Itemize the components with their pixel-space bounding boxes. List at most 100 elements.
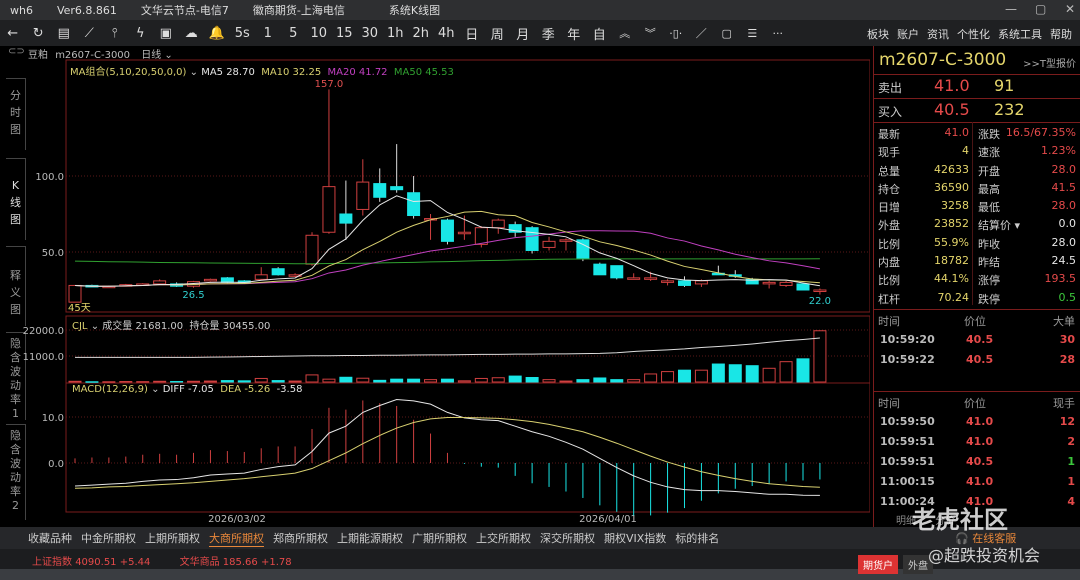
minimize-button[interactable]: — (1005, 2, 1017, 16)
candle-body (68, 284, 82, 303)
volume-bar (627, 379, 641, 383)
volume-bar (457, 380, 471, 383)
ma-legend: MA组合(5,10,20,50,0,0) ⌄ MA5 28.70 MA10 32… (70, 67, 454, 78)
volume-bar (661, 371, 675, 383)
online-service-label: 在线客服 (972, 532, 1017, 545)
volume-bar (711, 363, 725, 383)
stat-row: 日增 3258 最低 28.0 (874, 196, 1080, 214)
stat-label: 比例 (878, 237, 900, 251)
close-button[interactable]: ✕ (1065, 2, 1075, 16)
volume-bar (187, 380, 201, 383)
volume-bar (728, 364, 742, 383)
price-cell: 41.0 (966, 415, 994, 428)
time-cell: 10:59:51 (880, 435, 935, 448)
menu-item-0[interactable]: 板块 (867, 26, 889, 42)
ma5-value: MA5 28.70 (201, 67, 255, 78)
stat-label: 持仓 (878, 182, 900, 196)
bid-label: 买入 (878, 105, 903, 119)
date-tick-label: 2026/03/02 (208, 514, 266, 525)
candle (525, 226, 539, 254)
candle (153, 279, 167, 285)
volume-cell: 1 (1067, 455, 1075, 468)
stat-value-2: 41.5 (1051, 180, 1077, 194)
exchange-tab[interactable]: 中金所期权 (81, 530, 136, 546)
stat-label-2: 涨停 (978, 274, 1000, 288)
time-cell: 10:59:50 (880, 415, 935, 428)
price-cell: 40.5 (966, 353, 994, 366)
time-cell: 11:00:15 (880, 475, 935, 488)
volume-bar (102, 381, 116, 383)
ma-combo-select[interactable]: MA组合(5,10,20,50,0,0) (70, 67, 186, 78)
macd-select[interactable]: MACD(12,26,9) (72, 384, 148, 395)
volume-bar (288, 380, 302, 383)
exchange-tab[interactable]: 上期所期权 (145, 530, 200, 546)
exchange-tab[interactable]: 深交所期权 (540, 530, 595, 546)
volume-bar (68, 380, 82, 383)
candle (203, 278, 217, 282)
exchange-tab[interactable]: 广期所期权 (412, 530, 467, 546)
candle-body (305, 234, 319, 265)
volume-bar (745, 365, 759, 383)
stat-label: 最新 (878, 128, 900, 141)
big-order-table: 时间 价位 大单 10:59:20 40.5 30 10:59:22 40.5 28 (874, 309, 1080, 381)
tab-detail[interactable]: 明细 (896, 516, 916, 527)
cjl-select[interactable]: CJL (72, 321, 88, 332)
exchange-tab[interactable]: 上期能源期权 (337, 530, 403, 546)
index-item[interactable]: 文华商品 185.66 +1.78 (180, 557, 292, 568)
candle-body (627, 277, 641, 280)
candle-body (610, 265, 624, 279)
volume-bar (322, 378, 336, 383)
outer-market-button[interactable]: 外盘 (903, 555, 933, 574)
price-cell: 41.0 (966, 475, 994, 488)
volume-bar (271, 380, 285, 383)
tab-price-dist[interactable]: 分价 (935, 516, 955, 527)
online-service-button[interactable]: 🎧 在线客服 (955, 530, 1016, 546)
exchange-tab[interactable]: 标的排名 (675, 530, 719, 546)
exchange-tab[interactable]: 收藏品种 (28, 530, 72, 546)
volume-bar (119, 381, 133, 383)
date-tick-label: 2026/04/01 (579, 514, 637, 525)
exchange-tab[interactable]: 郑商所期权 (273, 530, 328, 546)
exchange-tab[interactable]: 上交所期权 (476, 530, 531, 546)
menu-item-1[interactable]: 账户 (897, 26, 919, 42)
menu-item-2[interactable]: 资讯 (927, 26, 949, 42)
column-header: 时间 (878, 397, 900, 410)
kline-chart[interactable]: 100.0 50.0 22000.0 11000.0 10.0 0.0 2026/03/02… (0, 0, 870, 527)
stat-label-2[interactable]: 结算价 ▾ (978, 217, 1020, 233)
volume-bar (170, 381, 184, 383)
low-label: 26.5 (182, 290, 204, 301)
volume-bar (576, 379, 590, 383)
maximize-button[interactable]: ▢ (1035, 2, 1046, 16)
index-item[interactable]: 上证指数 4090.51 +5.44 (32, 557, 154, 568)
volume-bar (593, 377, 607, 383)
volume-bar (491, 377, 505, 383)
t-quote-link[interactable]: >>T型报价 (1023, 55, 1076, 70)
index-value: 4090.51 (75, 557, 117, 568)
stat-value-2: 0.5 (1058, 290, 1077, 304)
candle (424, 214, 438, 240)
futures-account-button[interactable]: 期货户 (858, 555, 898, 574)
days-label: 45天 (68, 303, 91, 314)
menu-item-3[interactable]: 个性化 (957, 26, 990, 42)
stat-value: 3258 (941, 199, 969, 213)
diff-line (74, 399, 820, 496)
stat-value: 36590 (934, 180, 969, 194)
candle-body (322, 186, 336, 233)
stat-value: 44.1% (934, 272, 969, 286)
exchange-tab[interactable]: 期权VIX指数 (604, 530, 666, 546)
volume-bar (796, 358, 810, 383)
candle-body (373, 183, 387, 198)
column-header: 时间 (878, 315, 900, 328)
stat-label-2: 昨结 (978, 256, 1000, 270)
exchange-tab[interactable]: 大商所期权 (209, 530, 264, 547)
stat-value: 42633 (934, 162, 969, 176)
stat-value-2: 16.5/67.35% (1005, 126, 1076, 139)
menu-item-4[interactable]: 系统工具 (998, 26, 1042, 42)
stat-row: 现手 4 速涨 1.23% (874, 141, 1080, 159)
stat-label-2: 最低 (978, 201, 1000, 215)
candle-body (796, 283, 810, 291)
menu-item-5[interactable]: 帮助 (1050, 26, 1072, 42)
volume-bar (508, 375, 522, 383)
volume-bar (762, 367, 776, 383)
volume-cell: 30 (1059, 333, 1075, 346)
